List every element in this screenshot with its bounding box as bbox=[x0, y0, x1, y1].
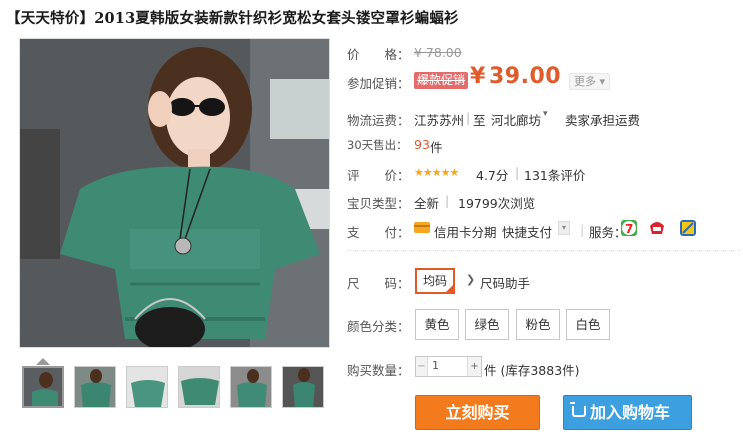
thumbnail-strip bbox=[22, 366, 332, 410]
guarantee-badge-icon[interactable] bbox=[648, 220, 664, 236]
logistics-label: 物流运费： bbox=[347, 113, 410, 128]
chevron-down-icon[interactable]: ▾ bbox=[543, 109, 548, 119]
add-to-cart-button[interactable]: 加入购物车 bbox=[563, 395, 692, 430]
quick-payment[interactable]: 快捷支付 bbox=[502, 222, 552, 241]
sales-label: 30天售出： bbox=[347, 138, 408, 152]
separator: | bbox=[466, 110, 471, 125]
rating-score: 4.7分 bbox=[476, 168, 509, 183]
credit-card-icon bbox=[414, 222, 430, 233]
thumbnail-2[interactable] bbox=[74, 366, 116, 408]
seven-day-return-icon[interactable]: 7 bbox=[621, 220, 637, 236]
quantity-input[interactable]: 1 bbox=[432, 359, 439, 372]
promo-tag[interactable]: 爆款促销 bbox=[414, 72, 469, 89]
thumbnail-5[interactable] bbox=[230, 366, 272, 408]
color-option-white[interactable]: 白色 bbox=[566, 309, 610, 340]
color-option-yellow[interactable]: 黄色 bbox=[415, 309, 459, 340]
selected-check-icon bbox=[446, 285, 453, 292]
payment-label: 支 付： bbox=[347, 225, 410, 240]
chevron-right-icon[interactable]: ❯ bbox=[466, 273, 475, 286]
separator: | bbox=[580, 222, 585, 237]
color-label: 颜色分类： bbox=[347, 319, 410, 334]
quantity-stepper: − 1 + bbox=[415, 356, 482, 377]
thumbnail-1[interactable] bbox=[22, 366, 64, 408]
quantity-increment-button[interactable]: + bbox=[467, 357, 481, 376]
rating-label: 评 价： bbox=[347, 168, 410, 183]
section-divider bbox=[347, 250, 740, 251]
color-option-pink[interactable]: 粉色 bbox=[516, 309, 560, 340]
ship-from: 江苏苏州 bbox=[414, 113, 465, 128]
thumbnail-caret-icon bbox=[36, 358, 50, 365]
rating-stars-icon: ★★★★★ bbox=[414, 166, 459, 179]
cart-icon bbox=[570, 402, 586, 417]
sales-count: 93 bbox=[414, 137, 430, 152]
main-product-image[interactable] bbox=[19, 38, 330, 348]
svg-text:7: 7 bbox=[625, 222, 633, 236]
buy-now-button[interactable]: 立刻购买 bbox=[415, 395, 540, 430]
ship-to-label: 至 bbox=[473, 113, 486, 128]
size-helper-link[interactable]: 尺码助手 bbox=[480, 273, 530, 292]
payment-dropdown-icon[interactable]: ▾ bbox=[558, 221, 570, 235]
item-condition: 全新 bbox=[414, 196, 440, 211]
more-promos-button[interactable]: 更多 ▾ bbox=[569, 73, 611, 90]
item-type-label: 宝贝类型： bbox=[347, 196, 410, 211]
size-label: 尺 码： bbox=[347, 276, 410, 291]
separator: | bbox=[445, 193, 450, 208]
product-title: 【天天特价】2013夏韩版女装新款针织衫宽松女套头镂空罩衫蝙蝠衫 bbox=[6, 10, 459, 27]
thumbnail-3[interactable] bbox=[126, 366, 168, 408]
view-count: 19799次浏览 bbox=[458, 196, 536, 211]
quantity-decrement-button[interactable]: − bbox=[416, 357, 428, 376]
currency-symbol: ¥ bbox=[470, 64, 486, 89]
separator: | bbox=[515, 165, 520, 180]
review-count-link[interactable]: 131条评价 bbox=[524, 165, 585, 184]
price-label: 价 格： bbox=[347, 47, 410, 62]
shipping-fee: 卖家承担运费 bbox=[565, 113, 641, 128]
ship-to-location[interactable]: 河北廊坊 bbox=[491, 110, 541, 129]
promo-label: 参加促销： bbox=[347, 76, 410, 91]
thumbnail-4[interactable] bbox=[178, 366, 220, 408]
add-to-cart-label: 加入购物车 bbox=[590, 403, 671, 422]
stock-info: 件 (库存3883件) bbox=[484, 363, 580, 378]
color-option-green[interactable]: 绿色 bbox=[465, 309, 509, 340]
original-price: ¥ 78.00 bbox=[414, 45, 462, 60]
promo-price: 39.00 bbox=[489, 64, 562, 89]
thumbnail-6[interactable] bbox=[282, 366, 324, 408]
credit-service-icon[interactable] bbox=[680, 220, 696, 236]
quantity-label: 购买数量： bbox=[347, 363, 410, 378]
sales-unit: 件 bbox=[430, 140, 443, 155]
installment-payment[interactable]: 信用卡分期 bbox=[434, 222, 497, 241]
